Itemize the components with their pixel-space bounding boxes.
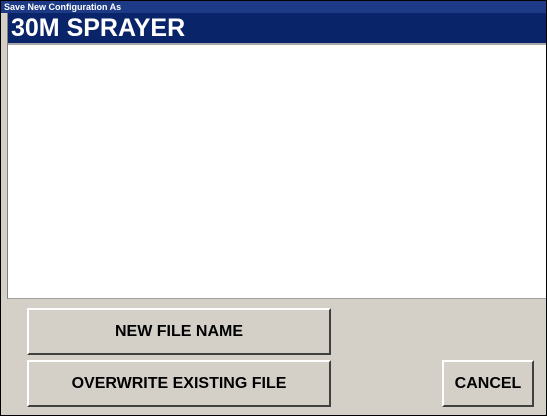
cancel-button[interactable]: CANCEL	[442, 360, 534, 407]
new-file-name-button[interactable]: NEW FILE NAME	[27, 308, 331, 355]
configuration-file-list[interactable]: 30M SPRAYER	[7, 13, 546, 299]
list-item[interactable]: 30M SPRAYER	[8, 13, 546, 45]
overwrite-existing-file-button[interactable]: OVERWRITE EXISTING FILE	[27, 360, 331, 407]
save-configuration-dialog: Save New Configuration As 30M SPRAYER NE…	[0, 0, 547, 416]
dialog-title: Save New Configuration As	[1, 1, 546, 13]
